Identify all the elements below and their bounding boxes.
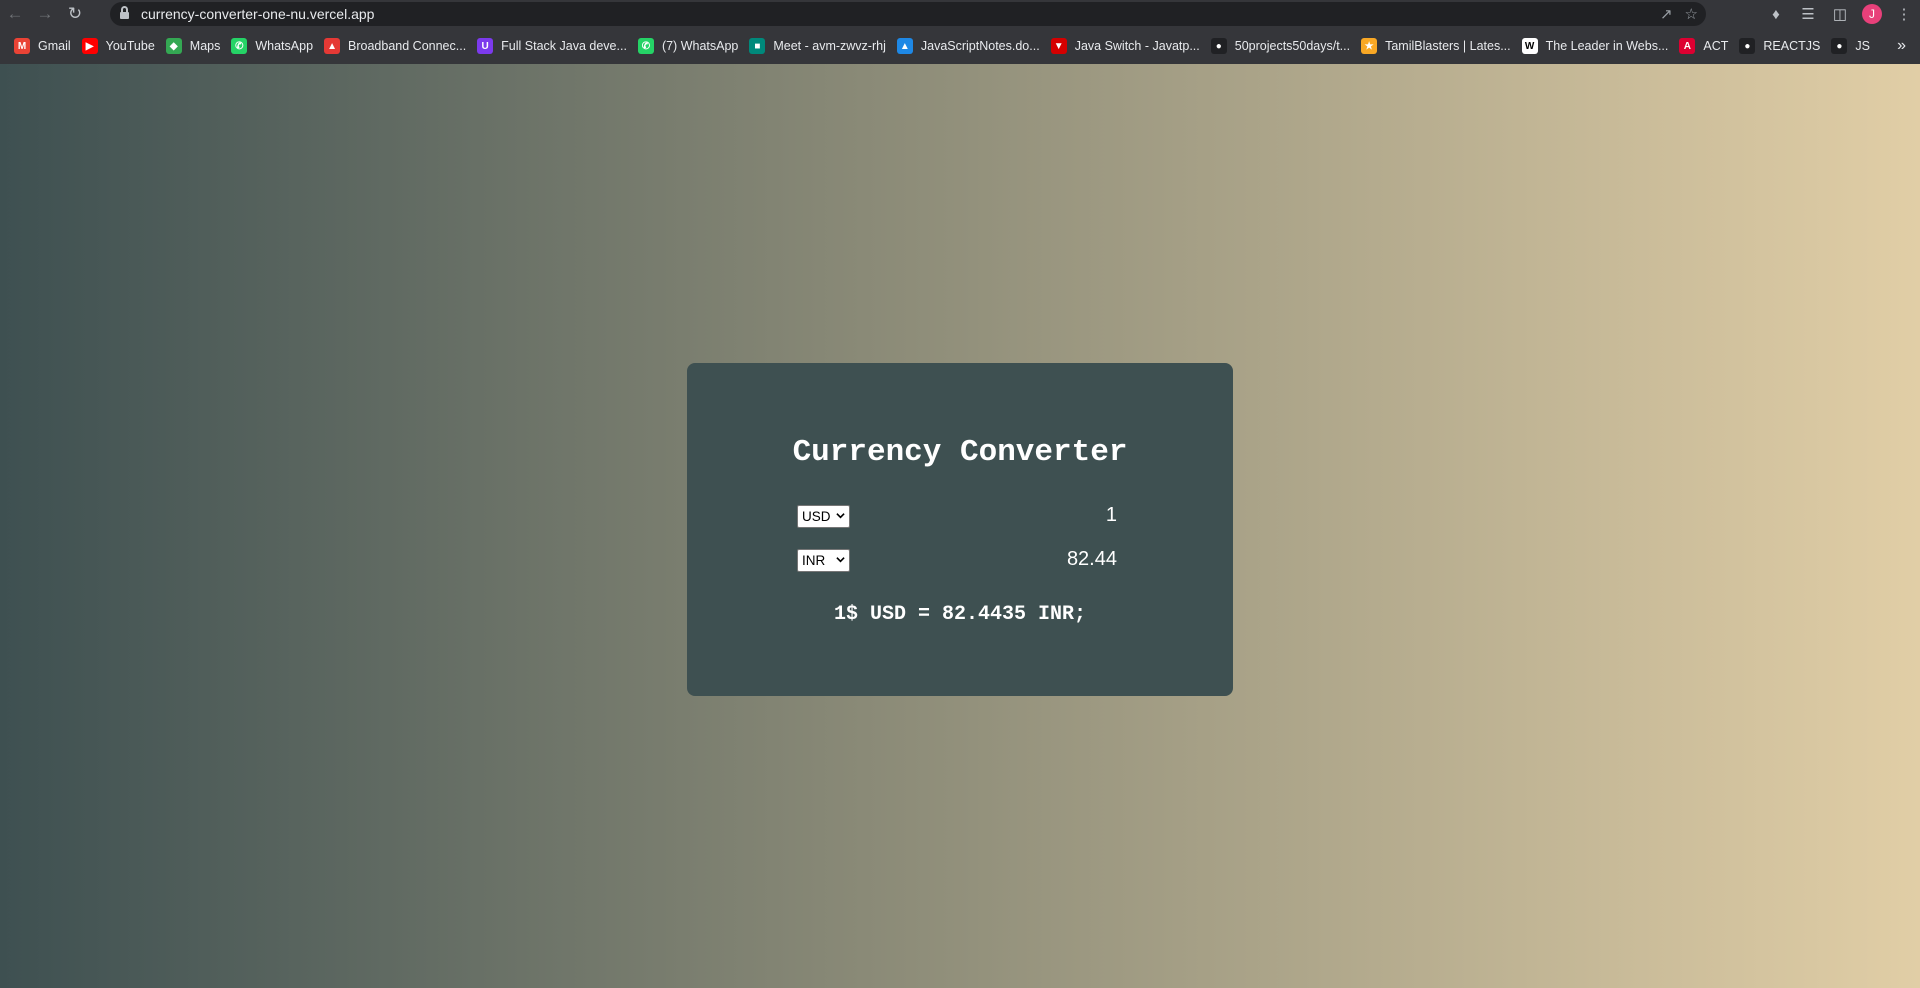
bookmark-label: YouTube [105,39,155,53]
course-icon: U [477,38,494,54]
share-icon[interactable]: ↗ [1660,5,1673,23]
bookmark-label: (7) WhatsApp [661,39,739,53]
bookmark-label: REACTJS [1763,39,1821,53]
bookmark-label: 50projects50days/t... [1234,39,1351,53]
from-currency-select[interactable]: USD [797,505,850,528]
side-panel-icon[interactable]: ◫ [1824,0,1856,28]
bookmark-item[interactable]: ▲ JavaScriptNotes.do... [895,34,1047,58]
extensions-icon[interactable]: ♦ [1760,0,1792,28]
whatsapp-icon: ✆ [637,38,654,54]
profile-avatar[interactable]: J [1856,0,1888,28]
bookmark-label: Maps [189,39,221,53]
page-background: Currency Converter USD 1 INR 82.44 1$ US… [0,64,1920,988]
javatpoint-icon: ▼ [1050,38,1067,54]
drive-icon: ▲ [896,38,913,54]
bookmark-item[interactable]: ◆ Maps [164,34,228,58]
to-row: INR 82.44 [797,548,1117,572]
wix-icon: W [1521,38,1538,54]
bookmark-item[interactable]: ★ TamilBlasters | Lates... [1359,34,1518,58]
bookmark-label: Meet - avm-zwvz-rhj [773,39,886,53]
bookmark-item[interactable]: ■ Meet - avm-zwvz-rhj [747,34,893,58]
bookmark-label: Java Switch - Javatp... [1074,39,1200,53]
bookmark-item[interactable]: ▲ Broadband Connec... [322,34,473,58]
whatsapp-icon: ✆ [231,38,248,54]
to-amount-input[interactable]: 82.44 [1067,548,1117,572]
chevron-down-icon [836,513,845,519]
bookmark-item[interactable]: M Gmail [12,34,78,58]
browser-toolbar: ← → ↻ currency-converter-one-nu.vercel.a… [0,0,1920,28]
bookmark-item[interactable]: W The Leader in Webs... [1520,34,1676,58]
chevron-down-icon [836,557,845,563]
bookmark-label: TamilBlasters | Lates... [1385,39,1511,53]
page-title: Currency Converter [792,435,1128,470]
tamilblasters-icon: ★ [1361,38,1378,54]
bookmark-label: Broadband Connec... [348,39,467,53]
bookmark-item[interactable]: A ACT [1677,34,1735,58]
bookmark-item[interactable]: ● 50projects50days/t... [1209,34,1357,58]
github-icon: ● [1831,38,1848,54]
bookmark-label: JavaScriptNotes.do... [920,39,1040,53]
forward-button[interactable]: → [30,0,60,28]
lock-icon [120,5,129,21]
reload-button[interactable]: ↻ [60,0,90,28]
bookmark-label: Gmail [38,39,71,53]
github-icon: ● [1739,38,1756,54]
bookmark-item[interactable]: ● JS [1829,34,1877,58]
bookmarks-overflow-icon[interactable]: » [1897,34,1906,58]
from-row: USD 1 [797,504,1117,528]
converter-card: Currency Converter USD 1 INR 82.44 1$ US… [687,363,1233,696]
to-currency-value: INR [802,553,826,568]
from-amount-input[interactable]: 1 [1106,504,1117,528]
bookmark-item[interactable]: U Full Stack Java deve... [475,34,634,58]
browser-chrome: ← → ↻ currency-converter-one-nu.vercel.a… [0,0,1920,64]
maps-icon: ◆ [165,38,182,54]
bookmark-label: JS [1855,39,1870,53]
broadband-icon: ▲ [324,38,341,54]
bookmark-item[interactable]: ✆ WhatsApp [229,34,320,58]
bookmark-label: Full Stack Java deve... [501,39,627,53]
bookmarks-bar: M Gmail ▶ YouTube ◆ Maps ✆ WhatsApp ▲ Broadband C… [0,34,1920,58]
back-button[interactable]: ← [0,0,30,28]
url-text[interactable]: currency-converter-one-nu.vercel.app [141,6,374,22]
bookmark-item[interactable]: ✆ (7) WhatsApp [636,34,745,58]
from-currency-value: USD [802,509,831,524]
meet-icon: ■ [749,38,766,54]
to-currency-select[interactable]: INR [797,549,850,572]
angular-icon: A [1679,38,1696,54]
bookmark-label: WhatsApp [255,39,314,53]
youtube-icon: ▶ [81,38,98,54]
bookmark-star-icon[interactable]: ☆ [1685,5,1698,23]
bookmark-item[interactable]: ▶ YouTube [80,34,162,58]
bookmark-item[interactable]: ▼ Java Switch - Javatp... [1049,34,1207,58]
bookmark-label: The Leader in Webs... [1545,39,1669,53]
browser-menu-icon[interactable]: ⋮ [1888,0,1920,28]
exchange-rate-text: 1$ USD = 82.4435 INR; [833,603,1087,626]
gmail-icon: M [14,38,30,54]
bookmark-label: ACT [1703,39,1729,53]
bookmark-item[interactable]: ● REACTJS [1737,34,1827,58]
reading-list-icon[interactable]: ☰ [1792,0,1824,28]
address-bar[interactable]: currency-converter-one-nu.vercel.app ↗ ☆ [110,2,1706,26]
github-icon: ● [1210,38,1227,54]
